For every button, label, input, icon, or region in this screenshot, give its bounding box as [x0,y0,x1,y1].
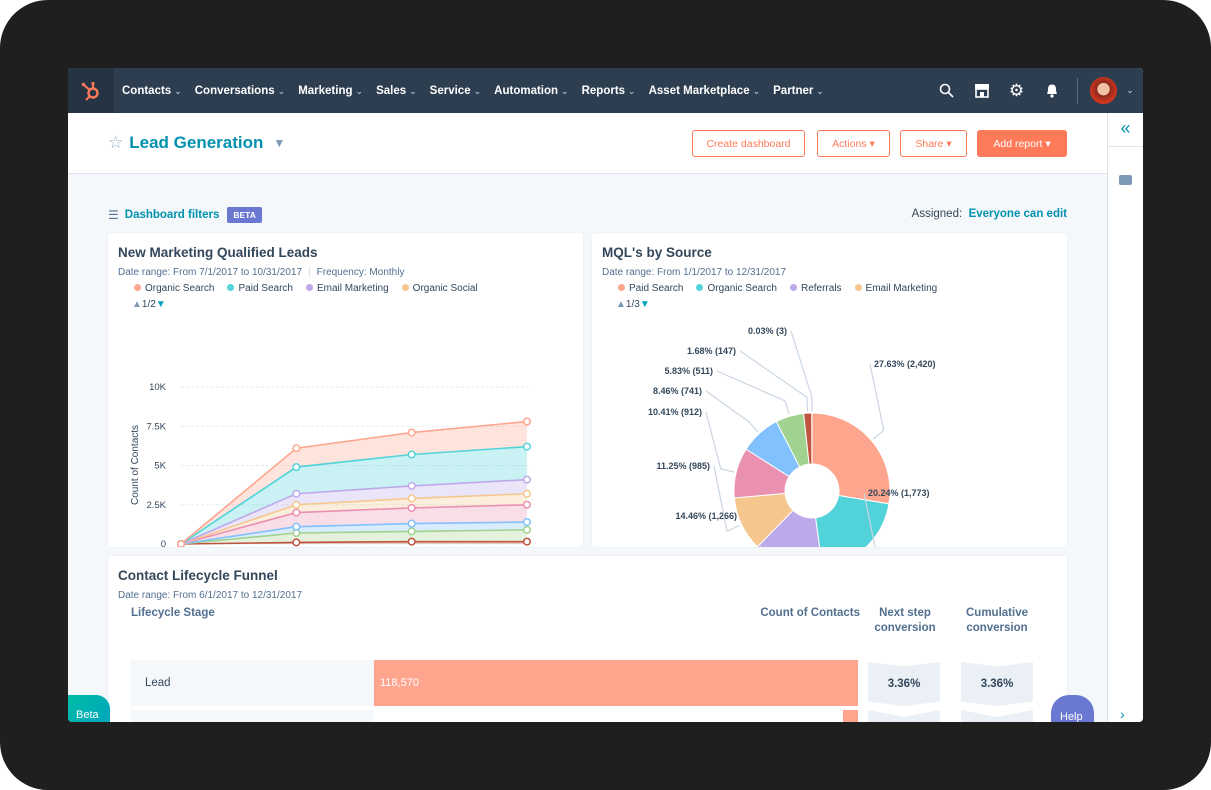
marketplace-icon[interactable] [964,83,999,98]
app-screen: Contacts ⌄ Conversations ⌄ Marketing ⌄ Sales ⌄ S… [68,68,1143,722]
leader-line [739,350,809,412]
leader-line [705,390,759,433]
nav-item-sales[interactable]: Sales ⌄ [376,85,417,97]
nav-item-conversations[interactable]: Conversations ⌄ [195,85,285,97]
slice-label: 11.25% (985) [656,461,710,471]
nav-item-automation[interactable]: Automation ⌄ [494,85,568,97]
data-point [522,475,532,484]
data-point [407,450,416,459]
actions-button[interactable]: Actions ▾ [817,130,890,157]
data-point [407,494,416,503]
y-tick-label: 7.5K [146,421,166,432]
data-point [176,539,186,547]
avatar[interactable] [1090,77,1117,104]
y-tick-label: 0 [161,539,166,547]
star-icon[interactable]: ☆ [108,133,123,153]
chat-icon[interactable] [1119,175,1132,185]
beta-button[interactable]: Beta [68,695,110,722]
data-point [292,522,301,531]
page-title: Lead Generation [129,133,264,152]
slice-label: 27.63% (2,420) [874,359,936,369]
slice-label: 10.41% (912) [648,407,702,417]
slice-label: 20.24% (1,773) [868,488,930,498]
search-icon[interactable] [929,83,964,98]
collapse-icon[interactable]: « [1108,113,1143,147]
card-title: Contact Lifecycle Funnel [118,568,278,583]
funnel-bar: 118,570 [374,660,858,706]
nav-item-marketing[interactable]: Marketing ⌄ [298,85,363,97]
nav-item-contacts[interactable]: Contacts ⌄ [122,85,182,97]
data-point [292,463,301,472]
stacked-area-chart: 02.5K5K7.5K10KJul 2017Aug 2017Sep 2017Oc… [130,382,532,547]
col-next: Next step conversion [874,607,936,634]
leader-line [705,411,735,473]
slice-label: 0.03% (3) [748,326,787,336]
data-point [407,503,416,512]
nav-item-service[interactable]: Service ⌄ [430,85,481,97]
share-button[interactable]: Share ▾ [900,130,967,157]
nav-item-reports[interactable]: Reports ⌄ [582,85,636,97]
dashboard-header: ☆ Lead Generation ▼ Create dashboard Act… [68,113,1107,174]
leader-line [790,330,813,412]
data-point [522,417,532,426]
y-tick-label: 2.5K [146,500,166,511]
right-sidebar: « › [1107,113,1143,722]
caret-down-icon[interactable]: ▼ [273,136,285,150]
data-point [522,489,532,498]
data-point [407,481,416,490]
slice-label: 5.83% (511) [664,366,713,376]
data-point [407,519,416,528]
top-nav: Contacts ⌄ Conversations ⌄ Marketing ⌄ Sales ⌄ S… [68,68,1143,113]
chevron-down-icon[interactable]: ⌄ [1117,85,1143,96]
chevron-right-icon[interactable]: › [1120,706,1125,722]
filter-icon: ☰ [108,208,119,222]
data-point [407,428,416,437]
nav-item-asset-marketplace[interactable]: Asset Marketplace ⌄ [649,85,761,97]
help-button[interactable]: Help [1051,695,1094,722]
funnel-bar [843,710,858,722]
data-point [292,444,301,453]
mql-source-card: MQL's by Source Date range: From 1/1/201… [592,233,1067,547]
data-point [292,500,301,509]
slice-label: 1.68% (147) [687,346,736,356]
pie-slice [815,494,890,547]
y-axis-label: Count of Contacts [130,425,141,505]
beta-badge: BETA [227,207,262,223]
assigned-link[interactable]: Everyone can edit [969,208,1067,220]
gear-icon[interactable]: ⚙ [999,81,1034,101]
y-tick-label: 5K [154,461,166,472]
create-dashboard-button[interactable]: Create dashboard [692,130,805,157]
funnel-card: Contact Lifecycle Funnel Date range: Fro… [108,556,1067,722]
data-point [522,500,532,509]
data-point [522,537,532,546]
data-point [407,537,416,546]
assigned-info: Assigned: Everyone can edit [911,208,1067,220]
col-stage: Lifecycle Stage [131,607,215,619]
data-point [292,538,301,547]
nav-item-partner[interactable]: Partner ⌄ [773,85,824,97]
donut-chart: 27.63% (2,420) 20.24% (1,773) 14.46% (1,26… [648,326,936,547]
data-point [407,527,416,536]
data-point [292,489,301,498]
col-count: Count of Contacts [760,607,860,619]
data-point [522,525,532,534]
slice-label: 8.46% (741) [653,386,702,396]
bell-icon[interactable] [1034,83,1069,98]
y-tick-label: 10K [149,382,167,393]
hubspot-logo[interactable] [68,68,114,113]
add-report-button[interactable]: Add report ▾ [977,130,1067,157]
col-cumulative: Cumulative conversion [966,607,1028,634]
data-point [292,508,301,517]
cumulative-conversion: 3.36% [961,662,1033,706]
leader-line [869,363,885,440]
data-point [522,442,532,451]
table-row [131,710,374,722]
mql-chart-card: New Marketing Qualified Leads Date range… [108,233,583,547]
data-point [522,517,532,527]
dashboard-filters[interactable]: ☰ Dashboard filters BETA [108,207,262,223]
slice-label: 14.46% (1,266) [675,511,737,521]
next-step-conversion: 3.36% [868,662,940,706]
